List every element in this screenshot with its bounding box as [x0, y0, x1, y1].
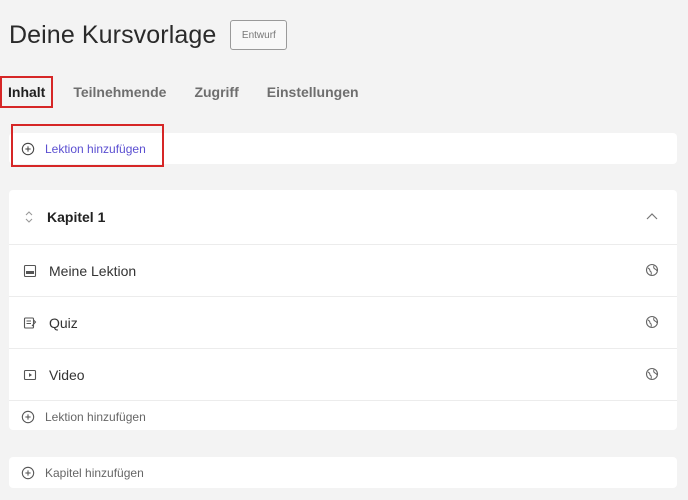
add-chapter-card: Kapitel hinzufügen: [9, 457, 677, 488]
chevron-up-icon[interactable]: [645, 210, 659, 224]
pdf-icon: [23, 264, 37, 277]
plus-circle-icon: [21, 410, 35, 423]
page-header: Deine Kursvorlage Entwurf: [9, 20, 288, 50]
lesson-row[interactable]: Video: [9, 349, 677, 401]
chapter-header[interactable]: Kapitel 1: [9, 190, 677, 245]
lesson-label: Quiz: [49, 314, 78, 331]
add-lesson-card: Lektion hinzufügen: [9, 133, 677, 164]
tab-zugriff[interactable]: Zugriff: [194, 77, 238, 107]
video-icon: [23, 369, 37, 380]
drag-handle-icon[interactable]: [23, 210, 35, 224]
lesson-row[interactable]: Quiz: [9, 297, 677, 349]
status-badge[interactable]: Entwurf: [230, 20, 288, 50]
lesson-label: Meine Lektion: [49, 262, 137, 279]
quiz-icon: [23, 316, 37, 329]
tab-teilnehmende[interactable]: Teilnehmende: [73, 77, 166, 107]
chapter-add-lesson-button[interactable]: Lektion hinzufügen: [9, 401, 677, 432]
plus-circle-icon: [21, 466, 35, 479]
globe-icon[interactable]: [645, 263, 659, 277]
tab-bar: Inhalt Teilnehmende Zugriff Einstellunge…: [0, 76, 387, 108]
globe-icon[interactable]: [645, 315, 659, 329]
add-chapter-label: Kapitel hinzufügen: [45, 465, 144, 480]
tab-einstellungen[interactable]: Einstellungen: [267, 77, 359, 107]
lesson-label: Video: [49, 366, 85, 383]
globe-icon[interactable]: [645, 367, 659, 381]
add-lesson-button[interactable]: Lektion hinzufügen: [9, 133, 677, 164]
add-lesson-label: Lektion hinzufügen: [45, 409, 146, 424]
chapter-title: Kapitel 1: [47, 209, 106, 225]
add-lesson-label: Lektion hinzufügen: [45, 141, 146, 156]
page-title: Deine Kursvorlage: [9, 20, 217, 49]
add-chapter-button[interactable]: Kapitel hinzufügen: [9, 457, 677, 488]
tab-inhalt[interactable]: Inhalt: [0, 76, 54, 108]
chapter-card: Kapitel 1 Meine Lektion Quiz Video Lekti…: [9, 190, 677, 430]
plus-circle-icon: [21, 142, 35, 155]
lesson-row[interactable]: Meine Lektion: [9, 245, 677, 297]
